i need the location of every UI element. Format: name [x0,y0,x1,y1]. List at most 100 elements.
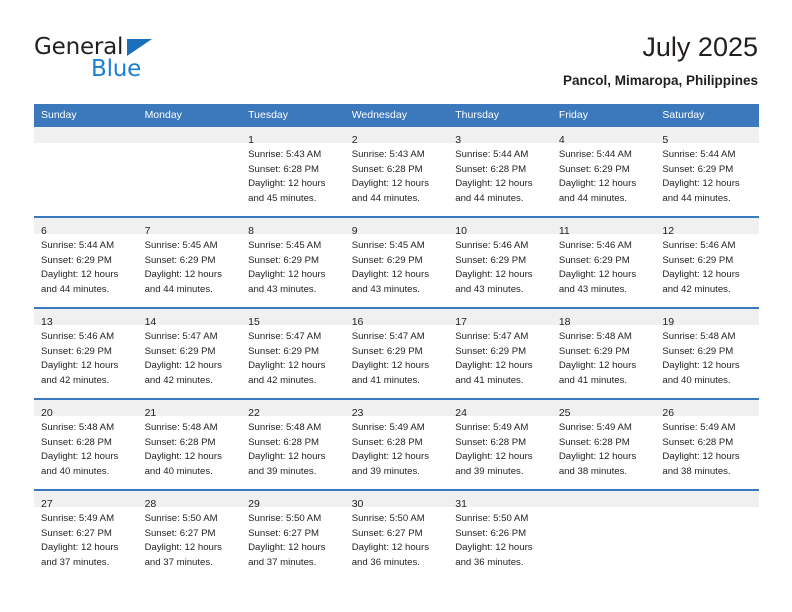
day-cell-details: Sunrise: 5:47 AM Sunset: 6:29 PM Daylight:… [138,325,242,388]
day-cell-details [655,507,759,512]
day-cell-inner: 20 Sunrise: 5:48 AM Sunset: 6:28 PM Dayligh… [34,400,138,489]
daylight-text-line2: and 41 minutes. [351,374,420,386]
calendar-day-cell[interactable]: 18 Sunrise: 5:48 AM Sunset: 6:29 PM Dayligh… [551,307,656,399]
day-number: 31 [455,498,467,510]
daylight-text-line1: Daylight: 12 hours [455,542,533,554]
sunrise-text: Sunrise: 5:49 AM [558,422,632,433]
calendar-day-cell[interactable]: 30 Sunrise: 5:50 AM Sunset: 6:27 PM Dayligh… [344,489,449,580]
calendar-cell-empty [34,127,138,217]
sunset-text: Sunset: 6:28 PM [662,436,734,448]
sunset-text: Sunset: 6:29 PM [144,345,216,357]
day-cell-inner: 1 Sunrise: 5:43 AM Sunset: 6:28 PM Daylight… [241,127,345,216]
day-number-band: 17 [448,309,552,328]
daylight-text-line1: Daylight: 12 hours [662,360,740,372]
calendar-day-cell[interactable]: 2 Sunrise: 5:43 AM Sunset: 6:28 PM Daylight… [344,127,449,217]
calendar-day-cell[interactable]: 31 Sunrise: 5:50 AM Sunset: 6:26 PM Dayligh… [448,489,552,580]
sunset-text: Sunset: 6:28 PM [455,163,527,175]
daylight-text-line2: and 45 minutes. [248,192,317,204]
calendar-day-cell[interactable]: 16 Sunrise: 5:47 AM Sunset: 6:29 PM Dayligh… [344,307,449,399]
day-cell-inner: 15 Sunrise: 5:47 AM Sunset: 6:29 PM Dayligh… [241,309,345,398]
day-number-band: 3 [448,127,552,146]
calendar-page: General Blue July 2025 Pancol, Mimaropa,… [0,0,792,612]
calendar-day-cell[interactable]: 27 Sunrise: 5:49 AM Sunset: 6:27 PM Dayligh… [34,489,138,580]
calendar-day-cell[interactable]: 6 Sunrise: 5:44 AM Sunset: 6:29 PM Daylight… [34,216,138,308]
calendar-day-cell[interactable]: 28 Sunrise: 5:50 AM Sunset: 6:27 PM Dayligh… [137,489,242,580]
calendar-day-cell[interactable]: 24 Sunrise: 5:49 AM Sunset: 6:28 PM Dayligh… [448,398,552,490]
day-number: 23 [351,407,364,419]
day-cell-details [138,143,242,148]
daylight-text-line1: Daylight: 12 hours [662,451,740,463]
calendar-day-cell[interactable]: 14 Sunrise: 5:47 AM Sunset: 6:29 PM Dayligh… [137,307,242,399]
daylight-text-line1: Daylight: 12 hours [41,360,119,372]
calendar-day-cell[interactable]: 17 Sunrise: 5:47 AM Sunset: 6:29 PM Dayligh… [448,307,552,399]
day-number: 20 [41,407,53,419]
calendar-day-cell[interactable]: 21 Sunrise: 5:48 AM Sunset: 6:28 PM Dayligh… [137,398,242,490]
day-cell-details: Sunrise: 5:47 AM Sunset: 6:29 PM Daylight:… [345,325,449,388]
weekday-header-friday: Friday [551,104,656,127]
sunrise-text: Sunrise: 5:49 AM [41,513,115,524]
calendar-table: Sunday Monday Tuesday Wednesday Thursday… [34,104,759,580]
calendar-day-cell[interactable]: 20 Sunrise: 5:48 AM Sunset: 6:28 PM Dayligh… [34,398,138,490]
sunset-text: Sunset: 6:27 PM [144,527,216,539]
calendar-cell-empty [655,489,759,580]
sunset-text: Sunset: 6:28 PM [558,436,630,448]
sunset-text: Sunset: 6:29 PM [455,345,527,357]
sunrise-text: Sunrise: 5:46 AM [41,331,115,342]
daylight-text-line1: Daylight: 12 hours [248,360,326,372]
day-cell-inner [137,127,242,216]
day-number: 4 [558,134,565,146]
daylight-text-line2: and 36 minutes. [351,556,420,568]
day-cell-details: Sunrise: 5:43 AM Sunset: 6:28 PM Daylight:… [241,143,345,206]
calendar-day-cell[interactable]: 1 Sunrise: 5:43 AM Sunset: 6:28 PM Daylight… [241,127,345,217]
day-number-band: 24 [448,400,552,419]
sunrise-text: Sunrise: 5:48 AM [41,422,115,433]
daylight-text-line1: Daylight: 12 hours [248,178,326,190]
daylight-text-line2: and 37 minutes. [41,556,110,568]
daylight-text-line1: Daylight: 12 hours [351,542,430,554]
daylight-text-line1: Daylight: 12 hours [41,451,119,463]
day-number-band: 4 [551,127,656,146]
calendar-day-cell[interactable]: 3 Sunrise: 5:44 AM Sunset: 6:28 PM Daylight… [448,127,552,217]
day-cell-inner: 18 Sunrise: 5:48 AM Sunset: 6:29 PM Dayligh… [551,309,656,398]
sunset-text: Sunset: 6:29 PM [351,345,423,357]
page-subtitle: Pancol, Mimaropa, Philippines [562,73,758,88]
calendar-day-cell[interactable]: 5 Sunrise: 5:44 AM Sunset: 6:29 PM Daylight… [655,127,759,217]
calendar-day-cell[interactable]: 9 Sunrise: 5:45 AM Sunset: 6:29 PM Daylight… [344,216,449,308]
day-cell-inner [34,127,138,216]
daylight-text-line2: and 41 minutes. [455,374,524,386]
calendar-cell-empty [551,489,656,580]
calendar-day-cell[interactable]: 23 Sunrise: 5:49 AM Sunset: 6:28 PM Dayligh… [344,398,449,490]
sunset-text: Sunset: 6:29 PM [41,345,112,357]
calendar-day-cell[interactable]: 13 Sunrise: 5:46 AM Sunset: 6:29 PM Dayligh… [34,307,138,399]
day-cell-details: Sunrise: 5:50 AM Sunset: 6:27 PM Daylight:… [138,507,242,570]
calendar-day-cell[interactable]: 7 Sunrise: 5:45 AM Sunset: 6:29 PM Daylight… [137,216,242,308]
calendar-day-cell[interactable]: 11 Sunrise: 5:46 AM Sunset: 6:29 PM Dayligh… [551,216,656,308]
calendar-day-cell[interactable]: 19 Sunrise: 5:48 AM Sunset: 6:29 PM Dayligh… [655,307,759,399]
daylight-text-line2: and 36 minutes. [455,556,524,568]
day-cell-details: Sunrise: 5:45 AM Sunset: 6:29 PM Daylight:… [241,234,345,297]
day-number: 27 [41,498,53,510]
day-cell-details [552,507,656,512]
calendar-day-cell[interactable]: 4 Sunrise: 5:44 AM Sunset: 6:29 PM Daylight… [551,127,656,217]
sunrise-text: Sunrise: 5:48 AM [144,422,218,433]
day-number: 1 [248,134,254,146]
calendar-day-cell[interactable]: 26 Sunrise: 5:49 AM Sunset: 6:28 PM Dayligh… [655,398,759,490]
daylight-text-line1: Daylight: 12 hours [144,269,222,281]
blue-triangle-icon [127,39,152,56]
daylight-text-line1: Daylight: 12 hours [144,542,222,554]
day-cell-details: Sunrise: 5:49 AM Sunset: 6:28 PM Daylight:… [655,416,759,479]
calendar-day-cell[interactable]: 22 Sunrise: 5:48 AM Sunset: 6:28 PM Dayligh… [241,398,345,490]
calendar-day-cell[interactable]: 25 Sunrise: 5:49 AM Sunset: 6:28 PM Dayligh… [551,398,656,490]
calendar-day-cell[interactable]: 15 Sunrise: 5:47 AM Sunset: 6:29 PM Dayligh… [241,307,345,399]
day-number-band: 14 [137,309,242,328]
day-cell-inner [551,491,656,580]
daylight-text-line1: Daylight: 12 hours [558,360,637,372]
calendar-day-cell[interactable]: 12 Sunrise: 5:46 AM Sunset: 6:29 PM Dayligh… [655,216,759,308]
day-number: 15 [248,316,260,328]
calendar-day-cell[interactable]: 10 Sunrise: 5:46 AM Sunset: 6:29 PM Dayligh… [448,216,552,308]
day-number-band: 28 [137,491,242,510]
day-number-band: 31 [448,491,552,510]
calendar-day-cell[interactable]: 8 Sunrise: 5:45 AM Sunset: 6:29 PM Daylight… [241,216,345,308]
calendar-day-cell[interactable]: 29 Sunrise: 5:50 AM Sunset: 6:27 PM Dayligh… [241,489,345,580]
title-block: July 2025 Pancol, Mimaropa, Philippines [563,30,758,89]
